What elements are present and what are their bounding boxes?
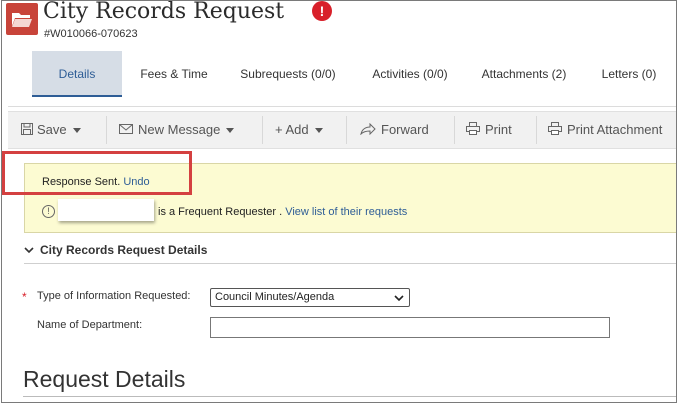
printer-icon	[466, 122, 480, 135]
toolbar-separator	[262, 116, 263, 144]
tab-fees-time[interactable]: Fees & Time	[134, 51, 214, 97]
envelope-icon	[119, 124, 133, 134]
new-message-button[interactable]: New Message	[119, 112, 235, 148]
toolbar-separator	[454, 116, 455, 144]
department-input[interactable]	[210, 317, 610, 338]
frequent-requester-text: is a Frequent Requester .	[158, 206, 283, 218]
save-icon	[21, 123, 33, 135]
print-button[interactable]: Print	[466, 112, 512, 148]
type-of-information-label: Type of Information Requested:	[37, 290, 191, 302]
save-label: Save	[37, 122, 67, 137]
section-header[interactable]: City Records Request Details	[24, 237, 676, 264]
chevron-down-icon	[394, 295, 404, 302]
forward-button[interactable]: Forward	[360, 112, 429, 148]
divider	[8, 106, 676, 107]
printer-icon	[548, 122, 562, 135]
heading-divider	[23, 396, 676, 397]
request-details-heading: Request Details	[23, 366, 186, 392]
redaction-box	[58, 199, 154, 221]
chevron-down-icon	[314, 128, 323, 134]
select-value: Council Minutes/Agenda	[215, 291, 335, 303]
page-title: City Records Request	[43, 0, 285, 24]
save-button[interactable]: Save	[21, 112, 81, 148]
highlight-box	[2, 151, 192, 195]
chevron-down-icon	[72, 128, 81, 134]
department-label: Name of Department:	[37, 319, 143, 331]
tab-details[interactable]: Details	[32, 51, 122, 97]
tab-letters[interactable]: Letters (0)	[592, 51, 666, 97]
add-label: + Add	[275, 122, 309, 137]
tab-subrequests[interactable]: Subrequests (0/0)	[230, 51, 346, 97]
forward-icon	[360, 122, 376, 136]
toolbar-separator	[346, 116, 347, 144]
chevron-down-icon	[226, 128, 235, 134]
toolbar-separator	[536, 116, 537, 144]
print-attachment-label: Print Attachment	[567, 122, 663, 137]
app-window: City Records Request ! #W010066-070623 D…	[1, 0, 677, 403]
required-marker: *	[22, 290, 27, 304]
tab-attachments[interactable]: Attachments (2)	[472, 51, 576, 97]
info-icon: !	[42, 205, 55, 218]
folder-icon	[6, 3, 38, 35]
add-button[interactable]: + Add	[275, 112, 323, 148]
print-label: Print	[485, 122, 512, 137]
record-id: #W010066-070623	[44, 28, 138, 40]
tab-activities[interactable]: Activities (0/0)	[362, 51, 458, 97]
view-requests-link[interactable]: View list of their requests	[285, 206, 407, 218]
toolbar-separator	[106, 116, 107, 144]
type-of-information-select[interactable]: Council Minutes/Agenda	[210, 288, 410, 307]
frequent-requester-message: is a Frequent Requester . View list of t…	[158, 206, 407, 218]
chevron-down-icon	[24, 247, 34, 254]
new-message-label: New Message	[138, 122, 221, 137]
alert-icon[interactable]: !	[312, 1, 332, 21]
tab-bar: Details Fees & Time Subrequests (0/0) Ac…	[32, 51, 676, 97]
forward-label: Forward	[381, 122, 429, 137]
section-title: City Records Request Details	[40, 243, 208, 257]
toolbar: Save New Message + Add Forward Print Pri…	[8, 111, 676, 149]
print-attachment-button[interactable]: Print Attachment	[548, 112, 662, 148]
